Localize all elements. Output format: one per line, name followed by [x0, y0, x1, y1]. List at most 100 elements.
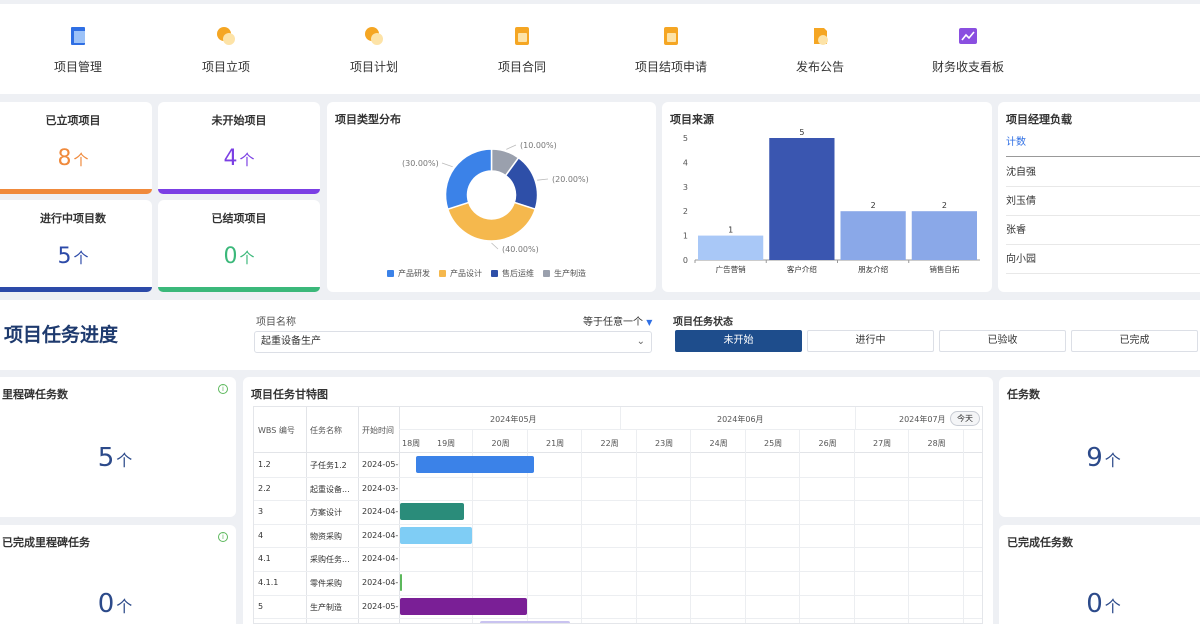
gantt-bar[interactable] — [400, 597, 527, 615]
legend-label: 售后运维 — [502, 269, 534, 278]
stat-value: 0个 — [223, 244, 255, 269]
nav-item-announcement[interactable]: 发布公告 — [750, 24, 890, 75]
milestone-count-value: 5个 — [97, 443, 133, 473]
task-name-cell[interactable]: 零件采购 — [310, 578, 356, 589]
task-name-cell[interactable]: 物资采购 — [310, 531, 356, 542]
wbs-cell: 1.2 — [258, 460, 271, 469]
bar-data-label: 1 — [728, 226, 733, 235]
donut-label: (30.00%) — [402, 159, 439, 168]
legend-item[interactable]: 生产制造 — [543, 268, 586, 279]
wbs-cell: 4.1.1 — [258, 578, 279, 587]
task-name-cell[interactable]: 起重设备... — [310, 484, 356, 495]
task-name-cell[interactable]: 生产制造 — [310, 602, 356, 613]
nav-item-project-setup[interactable]: 项目立项 — [156, 24, 296, 75]
nav-item-label: 项目合同 — [497, 60, 546, 74]
today-button[interactable]: 今天 — [950, 411, 980, 426]
nav-item-finance-board[interactable]: 财务收支看板 — [898, 24, 1038, 75]
start-col-header: 开始时间 — [362, 426, 394, 435]
gantt-bar[interactable] — [400, 574, 402, 591]
donut-slice-1[interactable] — [446, 201, 537, 242]
stat-accent-bar — [0, 287, 152, 292]
donut-legend: 产品研发 产品设计 售后运维 生产制造 — [387, 266, 647, 280]
y-tick-label: 4 — [683, 158, 688, 167]
bar[interactable] — [840, 211, 906, 260]
week-label: 18周 — [402, 439, 421, 448]
gantt-bar[interactable] — [400, 526, 472, 544]
month-label: 2024年07月 — [899, 415, 946, 424]
stat-card-established[interactable]: 已立项项目 8个 — [0, 102, 152, 194]
stat-card-in-progress[interactable]: 进行中项目数 5个 — [0, 200, 152, 292]
status-button-in-progress[interactable]: 进行中 — [807, 330, 934, 352]
stat-accent-bar — [158, 189, 320, 194]
panel-title: 项目任务甘特图 — [251, 388, 328, 401]
nav-item-project-plan[interactable]: 项目计划 — [304, 24, 444, 75]
row-divider — [254, 523, 982, 525]
start-date-cell: 2024-05-0 — [362, 601, 399, 611]
project-setup-icon — [217, 27, 235, 45]
bar[interactable] — [911, 211, 977, 260]
manager-row[interactable]: 张睿 — [1006, 216, 1200, 245]
start-date-cell: 2024-05-0 — [362, 460, 399, 469]
stat-accent-bar — [0, 189, 152, 194]
legend-label: 生产制造 — [554, 269, 586, 278]
donut-slice-0[interactable] — [444, 148, 493, 211]
legend-item[interactable]: 产品设计 — [439, 268, 482, 279]
x-tick-label: 广告营销 — [716, 264, 746, 274]
nav-item-project-manage[interactable]: 项目管理 — [8, 24, 148, 75]
info-icon[interactable]: i — [218, 532, 228, 542]
bar[interactable] — [698, 235, 764, 260]
week-label: 21周 — [546, 439, 565, 448]
stat-value: 8个 — [57, 146, 89, 171]
status-button-accepted[interactable]: 已验收 — [939, 330, 1066, 352]
row-divider — [254, 476, 982, 478]
task-name-cell[interactable]: 方案设计 — [310, 507, 356, 518]
task-status-label: 项目任务状态 — [673, 317, 733, 328]
project-name-select[interactable]: 起重设备生产 ⌄ — [254, 331, 652, 353]
task-name-cell[interactable]: 子任务1.2 — [310, 460, 356, 471]
week-label: 24周 — [709, 439, 728, 448]
info-icon[interactable]: i — [218, 384, 228, 394]
week-label: 26周 — [818, 439, 837, 448]
week-label: 20周 — [491, 439, 510, 448]
week-label: 29周 — [982, 438, 983, 458]
gantt-bar[interactable] — [416, 456, 534, 473]
manager-header[interactable]: 计数 — [1006, 128, 1200, 157]
match-mode-dropdown[interactable]: 等于任意一个 ▼ — [583, 313, 652, 328]
start-date-cell: 2024-04-2 — [362, 507, 399, 517]
row-divider — [254, 500, 982, 502]
stat-card-not-started[interactable]: 未开始项目 4个 — [158, 102, 320, 194]
row-divider — [254, 618, 982, 620]
status-button-completed[interactable]: 已完成 — [1071, 330, 1198, 352]
start-date-cell: 2024-04-2 — [362, 554, 399, 564]
bar[interactable] — [769, 138, 835, 260]
donut-label: (10.00%) — [520, 141, 557, 150]
task-name-cell[interactable]: 采购任务... — [310, 554, 356, 565]
nav-item-project-close[interactable]: 项目结项申请 — [601, 24, 741, 75]
manager-row[interactable]: 向小园 — [1006, 245, 1200, 274]
stat-accent-bar — [158, 287, 320, 292]
start-date-cell: 2024-03-3 — [362, 483, 399, 493]
milestone-done-value: 0个 — [97, 589, 133, 619]
caret-down-icon: ▼ — [646, 318, 653, 327]
y-tick-label: 5 — [683, 134, 688, 143]
status-button-not-started[interactable]: 未开始 — [675, 330, 802, 352]
manager-load-panel: 项目经理负载 计数 沈自强 刘玉倩 张睿 向小园 — [998, 102, 1200, 292]
y-tick-label: 2 — [683, 207, 688, 216]
manager-row[interactable]: 刘玉倩 — [1006, 187, 1200, 216]
legend-swatch — [387, 270, 394, 277]
gantt-bar[interactable] — [400, 503, 464, 521]
donut-label: (20.00%) — [552, 175, 589, 184]
milestone-done-card: 已完成里程碑任务 i 0个 — [0, 525, 236, 624]
top-nav-bar: 项目管理 项目立项 项目计划 项目合同 项目结项申请 发布公告 财务收支看板 — [0, 4, 1200, 94]
name-col-header: 任务名称 — [310, 426, 342, 435]
nav-item-label: 项目管理 — [53, 60, 102, 74]
stat-card-closed[interactable]: 已结项项目 0个 — [158, 200, 320, 292]
row-divider — [254, 547, 982, 549]
legend-item[interactable]: 产品研发 — [387, 268, 430, 279]
finance-board-icon — [959, 28, 977, 44]
manager-row[interactable]: 沈自强 — [1006, 158, 1200, 187]
row-divider — [254, 571, 982, 572]
nav-item-project-contract[interactable]: 项目合同 — [452, 24, 592, 75]
legend-item[interactable]: 售后运维 — [491, 268, 534, 279]
project-close-icon — [664, 27, 678, 45]
